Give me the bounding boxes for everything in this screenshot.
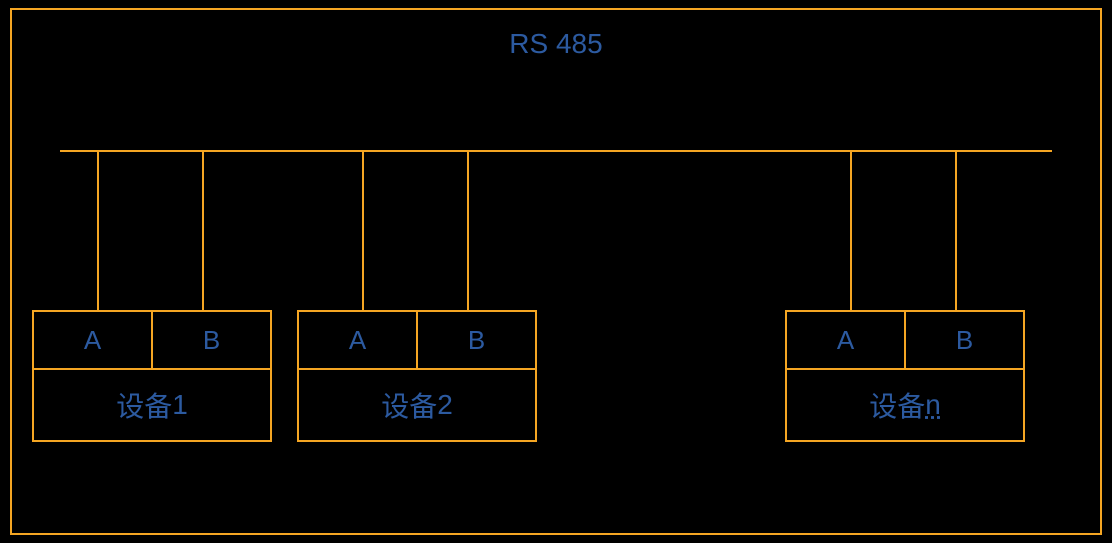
terminal-row: A B — [785, 310, 1025, 370]
device-label-prefix: 设备 — [116, 385, 172, 425]
terminal-a: A — [785, 310, 904, 370]
device-box: A B 设备1 — [32, 310, 272, 442]
drop-line-a — [362, 150, 364, 312]
drop-line-a — [97, 150, 99, 312]
diagram-frame: RS 485 A B 设备1 A B 设备2 A B 设 — [10, 8, 1102, 535]
drop-line-b — [467, 150, 469, 312]
terminal-b: B — [151, 310, 272, 370]
device-label-prefix: 设备 — [869, 385, 925, 425]
drop-line-a — [850, 150, 852, 312]
device-label-suffix: 2 — [437, 389, 453, 421]
terminal-row: A B — [32, 310, 272, 370]
device-label: 设备2 — [297, 370, 537, 442]
drop-line-b — [202, 150, 204, 312]
drop-line-b — [955, 150, 957, 312]
diagram-title: RS 485 — [509, 28, 602, 60]
terminal-a: A — [32, 310, 151, 370]
bus-line — [60, 150, 1052, 152]
terminal-a: A — [297, 310, 416, 370]
device-label-suffix: 1 — [172, 389, 188, 421]
terminal-b: B — [904, 310, 1025, 370]
device-label: 设备1 — [32, 370, 272, 442]
terminal-row: A B — [297, 310, 537, 370]
device-label-prefix: 设备 — [381, 385, 437, 425]
device-label: 设备n — [785, 370, 1025, 442]
device-label-suffix: n — [925, 389, 941, 421]
terminal-b: B — [416, 310, 537, 370]
device-box: A B 设备n — [785, 310, 1025, 442]
device-box: A B 设备2 — [297, 310, 537, 442]
